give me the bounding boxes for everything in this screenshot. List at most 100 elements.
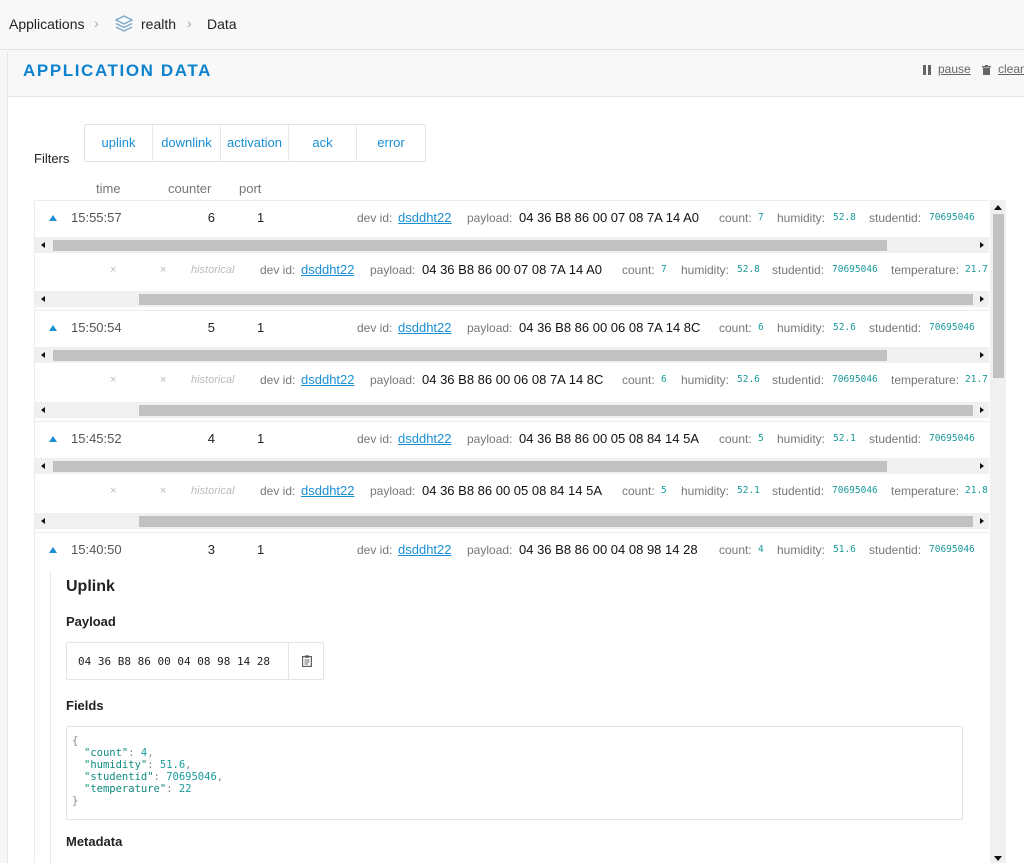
dev-id-link[interactable]: dsddht22 (398, 542, 452, 557)
temperature-value: 21.7 (965, 264, 988, 275)
metadata-heading: Metadata (66, 834, 123, 849)
scrollbar-thumb[interactable] (53, 461, 887, 472)
json-key: "humidity" (84, 759, 148, 771)
studentid-value: 70695046 (832, 264, 878, 275)
payload-label: payload: (467, 543, 513, 557)
filter-error-button[interactable]: error (357, 125, 425, 161)
vertical-scrollbar[interactable] (990, 200, 1006, 863)
humidity-value: 52.8 (833, 212, 856, 223)
table-row[interactable]: 15:55:57 6 1 dev id: dsddht22 payload: 0… (35, 200, 989, 236)
scrollbar-thumb[interactable] (53, 240, 887, 251)
column-header-time: time (96, 181, 121, 196)
horizontal-scrollbar[interactable] (35, 402, 989, 418)
scrollbar-thumb[interactable] (139, 405, 973, 416)
json-line: "humidity": 51.6, (84, 759, 192, 771)
scrollbar-thumb[interactable] (139, 294, 973, 305)
table-row[interactable]: 15:45:52 4 1 dev id: dsddht22 payload: 0… (35, 421, 989, 457)
table-row[interactable]: 15:50:54 5 1 dev id: dsddht22 payload: 0… (35, 310, 989, 346)
scroll-left-icon[interactable] (41, 407, 45, 413)
breadcrumb-applications[interactable]: Applications (9, 16, 85, 32)
humidity-value: 52.1 (833, 433, 856, 444)
trash-icon[interactable] (982, 65, 991, 75)
scroll-left-icon[interactable] (41, 518, 45, 524)
filter-activation-button[interactable]: activation (221, 125, 289, 161)
scroll-right-icon[interactable] (980, 296, 984, 302)
dev-id-link[interactable]: dsddht22 (301, 372, 355, 387)
horizontal-scrollbar[interactable] (35, 458, 989, 474)
studentid-value: 70695046 (929, 212, 975, 223)
json-value: 51.6 (159, 759, 186, 771)
collapse-caret-icon[interactable] (49, 436, 57, 442)
horizontal-scrollbar[interactable] (35, 237, 989, 253)
dev-id-link[interactable]: dsddht22 (301, 483, 355, 498)
dev-id-link[interactable]: dsddht22 (398, 210, 452, 225)
dev-id-label: dev id: (260, 263, 296, 277)
count-label: count: (719, 543, 752, 557)
cleared-mark: × (110, 485, 117, 497)
dev-id-link[interactable]: dsddht22 (301, 262, 355, 277)
studentid-label: studentid: (772, 484, 825, 498)
horizontal-scrollbar[interactable] (35, 513, 989, 529)
studentid-value: 70695046 (929, 322, 975, 333)
horizontal-scrollbar[interactable] (35, 291, 989, 307)
payload-label: payload: (467, 321, 513, 335)
scroll-left-icon[interactable] (41, 463, 45, 469)
dev-id-link[interactable]: dsddht22 (398, 320, 452, 335)
json-key: "temperature" (84, 783, 167, 795)
filter-ack-button[interactable]: ack (289, 125, 357, 161)
humidity-label: humidity: (681, 373, 730, 387)
filter-uplink-button[interactable]: uplink (85, 125, 153, 161)
scroll-right-icon[interactable] (980, 407, 984, 413)
historical-tag: historical (191, 264, 235, 276)
pause-button[interactable]: pause (938, 62, 971, 76)
json-line: "count": 4, (84, 747, 154, 759)
collapse-caret-icon[interactable] (49, 215, 57, 221)
scroll-left-icon[interactable] (41, 296, 45, 302)
payload-heading: Payload (66, 614, 116, 629)
collapse-caret-icon[interactable] (49, 325, 57, 331)
scrollbar-thumb[interactable] (139, 516, 973, 527)
scroll-left-icon[interactable] (41, 242, 45, 248)
dev-id-label: dev id: (357, 543, 393, 557)
scrollbar-thumb[interactable] (993, 214, 1004, 378)
payload-value: 04 36 B8 86 00 06 08 7A 14 8C (519, 320, 701, 335)
panel-header: APPLICATION DATA pause clear (8, 53, 1024, 97)
studentid-label: studentid: (869, 321, 922, 335)
scroll-left-icon[interactable] (41, 352, 45, 358)
humidity-value: 52.8 (737, 264, 760, 275)
scroll-right-icon[interactable] (980, 518, 984, 524)
scroll-right-icon[interactable] (980, 352, 984, 358)
dev-id-link[interactable]: dsddht22 (398, 431, 452, 446)
scrollbar-thumb[interactable] (53, 350, 887, 361)
row-counter: 4 (207, 431, 215, 446)
clipboard-icon[interactable] (302, 655, 312, 667)
table-row[interactable]: 15:40:50 3 1 dev id: dsddht22 payload: 0… (35, 532, 989, 568)
studentid-label: studentid: (772, 373, 825, 387)
studentid-value: 70695046 (929, 433, 975, 444)
json-key: "count" (84, 747, 129, 759)
fields-heading: Fields (66, 698, 104, 713)
uplink-detail: Uplink Payload 04 36 B8 86 00 04 08 98 1… (50, 572, 989, 863)
scroll-right-icon[interactable] (980, 463, 984, 469)
collapse-caret-icon[interactable] (49, 547, 57, 553)
payload-value: 04 36 B8 86 00 07 08 7A 14 A0 (519, 210, 699, 225)
breadcrumb-app[interactable]: realth (141, 16, 176, 32)
pause-icon[interactable] (923, 65, 931, 75)
copy-button[interactable] (288, 643, 324, 679)
data-table: 15:55:57 6 1 dev id: dsddht22 payload: 0… (34, 200, 989, 863)
scroll-down-icon[interactable] (994, 856, 1002, 861)
humidity-label: humidity: (777, 321, 826, 335)
filter-downlink-button[interactable]: downlink (153, 125, 221, 161)
payload-hex[interactable]: 04 36 B8 86 00 04 08 98 14 28 (78, 655, 270, 668)
clear-button[interactable]: clear (998, 62, 1024, 76)
row-counter: 3 (207, 542, 215, 557)
scroll-up-icon[interactable] (994, 205, 1002, 210)
humidity-label: humidity: (777, 211, 826, 225)
count-label: count: (622, 263, 655, 277)
dev-id-label: dev id: (357, 211, 393, 225)
scroll-right-icon[interactable] (980, 242, 984, 248)
filter-group: uplink downlink activation ack error (84, 124, 426, 162)
count-value: 6 (661, 374, 667, 385)
count-label: count: (622, 484, 655, 498)
horizontal-scrollbar[interactable] (35, 347, 989, 363)
